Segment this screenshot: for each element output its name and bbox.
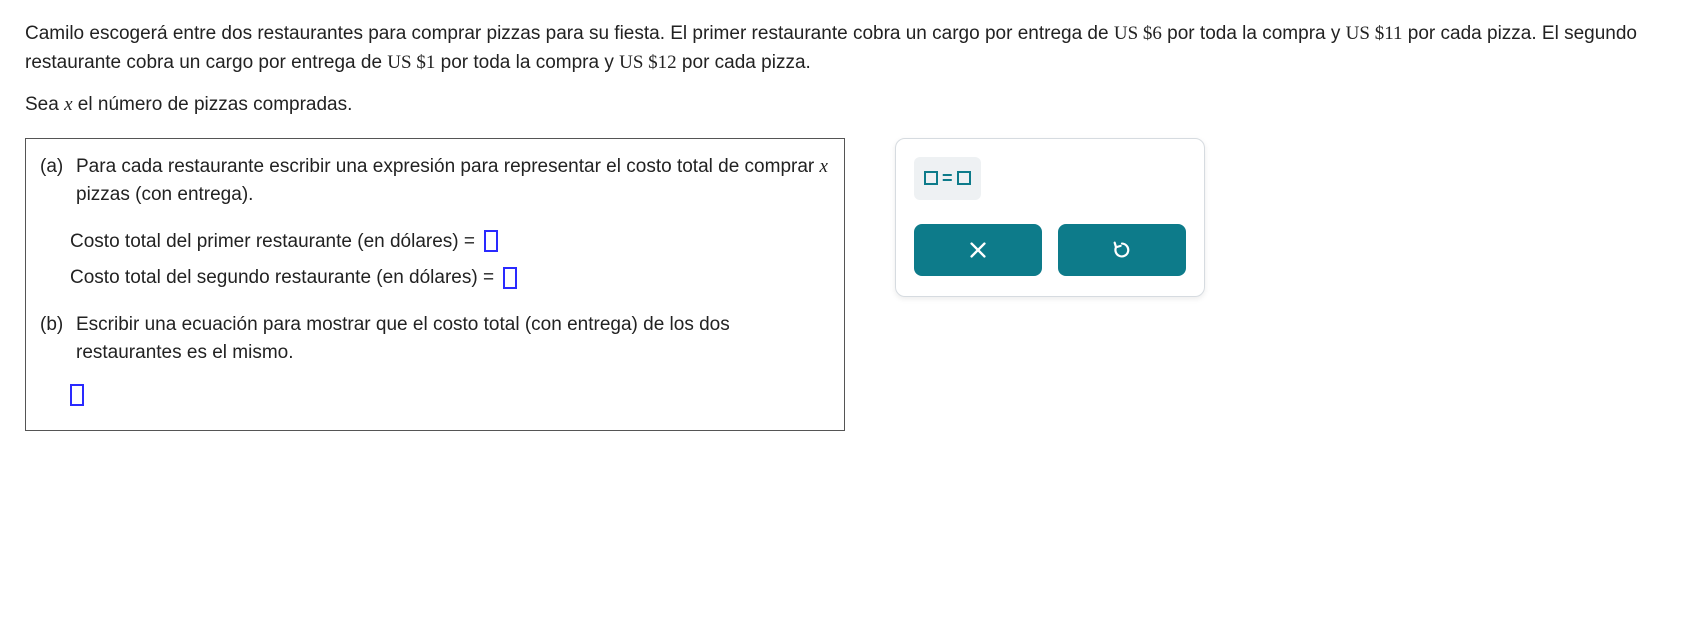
cost-label-restaurant-1: Costo total del primer restaurante (en d… (70, 231, 480, 252)
input-equation[interactable] (70, 384, 84, 406)
problem-text-1b: por toda la compra y (1162, 23, 1346, 44)
equals-sign: = (942, 165, 953, 192)
keypad-panel: = (895, 138, 1205, 297)
variable-x: x (64, 94, 72, 115)
placeholder-right-icon (957, 171, 971, 185)
problem-text-2a: Sea (25, 94, 64, 115)
problem-text-1a: Camilo escogerá entre dos restaurantes p… (25, 23, 1114, 44)
problem-text-1e: por cada pizza. (677, 52, 811, 73)
value-delivery-2: US $1 (387, 52, 435, 73)
reset-button[interactable] (1058, 224, 1186, 276)
part-a-text-1: Para cada restaurante escribir una expre… (76, 156, 820, 177)
undo-icon (1111, 239, 1133, 261)
part-b-text: Escribir una ecuación para mostrar que e… (76, 311, 830, 368)
close-icon (967, 239, 989, 261)
placeholder-left-icon (924, 171, 938, 185)
cost-label-restaurant-2: Costo total del segundo restaurante (en … (70, 267, 499, 288)
problem-text-1d: por toda la compra y (435, 52, 619, 73)
answer-box: (a) Para cada restaurante escribir una e… (25, 138, 845, 432)
part-a-text-2: pizzas (con entrega). (76, 184, 253, 205)
value-per-pizza-1: US $11 (1346, 23, 1403, 44)
equation-template-button[interactable]: = (914, 157, 981, 200)
part-a: (a) Para cada restaurante escribir una e… (40, 153, 830, 293)
input-restaurant-1[interactable] (484, 230, 498, 252)
clear-button[interactable] (914, 224, 1042, 276)
part-a-label: (a) (40, 153, 76, 210)
problem-text-2b: el número de pizzas compradas. (73, 94, 353, 115)
input-restaurant-2[interactable] (503, 267, 517, 289)
value-delivery-1: US $6 (1114, 23, 1162, 44)
problem-paragraph-1: Camilo escogerá entre dos restaurantes p… (25, 20, 1675, 77)
value-per-pizza-2: US $12 (619, 52, 677, 73)
part-b-label: (b) (40, 311, 76, 368)
part-b: (b) Escribir una ecuación para mostrar q… (40, 311, 830, 411)
problem-paragraph-2: Sea x el número de pizzas compradas. (25, 91, 1675, 120)
part-a-var: x (820, 156, 828, 177)
